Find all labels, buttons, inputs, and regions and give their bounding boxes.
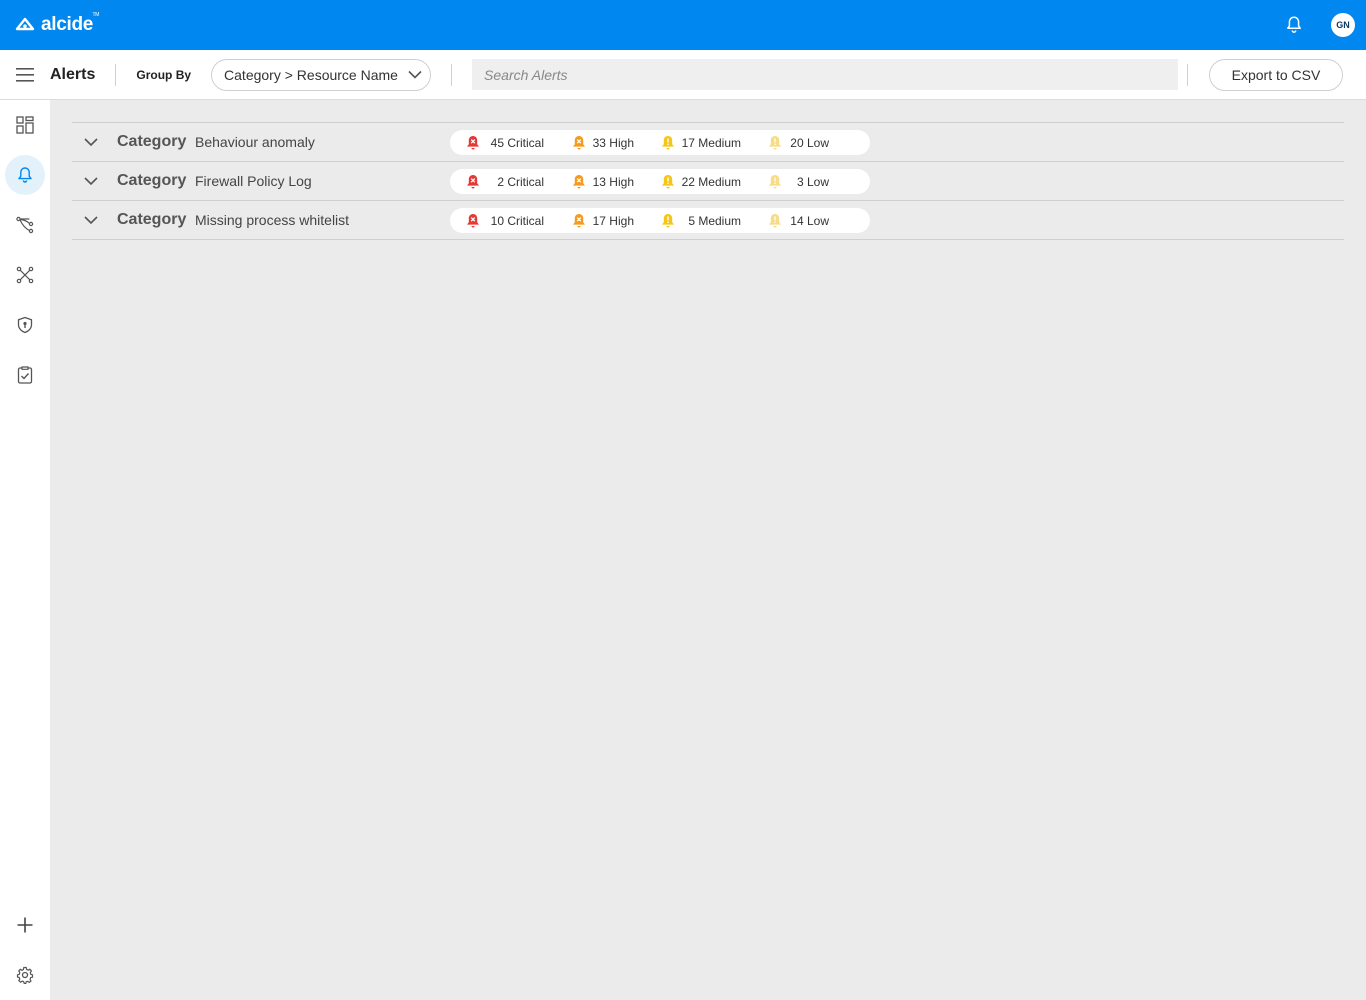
- shield-icon: [17, 316, 33, 334]
- medium-count[interactable]: 17 Medium: [661, 130, 741, 155]
- critical-count[interactable]: 10 Critical: [466, 208, 544, 233]
- sidebar-settings-button[interactable]: [5, 955, 45, 995]
- high-count[interactable]: 33 High: [572, 130, 634, 155]
- low-count-label: 14 Low: [790, 213, 829, 228]
- sidebar-item-security[interactable]: [5, 305, 45, 345]
- chevron-down-icon: [408, 70, 422, 79]
- severity-counts-pill: 45 Critical 33 High 17 Medium 20 Low: [450, 130, 870, 155]
- network-icon: [16, 266, 34, 284]
- group-key-label: Category: [117, 211, 187, 228]
- toolbar-divider: [451, 63, 453, 86]
- search-alerts-input[interactable]: [472, 59, 1179, 90]
- top-bar: alcide TM GN: [0, 0, 1366, 50]
- dashboard-icon: [16, 116, 34, 134]
- high-bell-icon: [573, 174, 585, 188]
- gear-icon: [16, 966, 34, 984]
- logo-text: alcide TM: [41, 12, 100, 35]
- medium-bell-icon: [662, 213, 674, 227]
- group-key-label: Category: [117, 133, 187, 150]
- low-count-label: 20 Low: [790, 135, 829, 150]
- high-count-label: 33 High: [592, 135, 634, 150]
- group-by-select[interactable]: Category > Resource Name: [211, 58, 432, 91]
- critical-count[interactable]: 2 Critical: [466, 169, 544, 194]
- group-value: Behaviour anomaly: [195, 134, 315, 150]
- medium-bell-icon: [662, 135, 674, 149]
- checklist-icon: [17, 366, 33, 384]
- sidebar-item-compliance[interactable]: [5, 355, 45, 395]
- medium-count[interactable]: 22 Medium: [661, 169, 741, 194]
- expand-chevron-icon[interactable]: [82, 133, 100, 151]
- sidebar-item-alerts[interactable]: [5, 155, 45, 195]
- export-csv-button[interactable]: Export to CSV: [1209, 59, 1343, 91]
- sidebar-item-network[interactable]: [5, 255, 45, 295]
- high-bell-icon: [573, 213, 585, 227]
- group-key-label: Category: [117, 172, 187, 189]
- bell-icon: [18, 167, 32, 183]
- alcide-logo[interactable]: alcide TM: [15, 12, 100, 36]
- critical-count-label: 2 Critical: [497, 174, 544, 189]
- expand-chevron-icon[interactable]: [82, 211, 100, 229]
- medium-bell-icon: [662, 174, 674, 188]
- notifications-bell-icon[interactable]: [1283, 14, 1305, 36]
- high-count-label: 17 High: [592, 213, 634, 228]
- alcide-logo-icon: [15, 17, 35, 31]
- group-by-value: Category > Resource Name: [224, 66, 398, 83]
- group-value: Firewall Policy Log: [195, 173, 312, 189]
- high-count[interactable]: 13 High: [572, 169, 634, 194]
- alert-group-row[interactable]: Category Behaviour anomaly 45 Critical 3…: [72, 123, 1344, 162]
- low-bell-icon: [769, 135, 781, 149]
- critical-count-label: 45 Critical: [490, 135, 544, 150]
- group-value: Missing process whitelist: [195, 212, 350, 228]
- sidebar: [0, 100, 50, 1000]
- alert-groups-list: Category Behaviour anomaly 45 Critical 3…: [72, 122, 1344, 240]
- logo-trademark: TM: [92, 12, 100, 18]
- low-bell-icon: [769, 213, 781, 227]
- severity-counts-pill: 2 Critical 13 High 22 Medium 3 Low: [450, 169, 870, 194]
- low-count[interactable]: 3 Low: [768, 169, 829, 194]
- plus-icon: [17, 917, 33, 933]
- flow-icon: [16, 216, 34, 234]
- critical-bell-icon: [467, 135, 479, 149]
- medium-count-label: 22 Medium: [681, 174, 741, 189]
- low-count[interactable]: 20 Low: [768, 130, 829, 155]
- expand-chevron-icon[interactable]: [82, 172, 100, 190]
- critical-bell-icon: [467, 174, 479, 188]
- high-count[interactable]: 17 High: [572, 208, 634, 233]
- page-title: Alerts: [50, 63, 117, 86]
- toolbar-divider-right: [1187, 64, 1188, 86]
- sidebar-item-flows[interactable]: [5, 205, 45, 245]
- critical-bell-icon: [467, 213, 479, 227]
- critical-count-label: 10 Critical: [490, 213, 544, 228]
- critical-count[interactable]: 45 Critical: [466, 130, 544, 155]
- high-bell-icon: [573, 135, 585, 149]
- sidebar-add-button[interactable]: [5, 905, 45, 945]
- alerts-toolbar: Alerts Group By Category > Resource Name…: [0, 50, 1366, 100]
- low-count[interactable]: 14 Low: [768, 208, 829, 233]
- medium-count[interactable]: 5 Medium: [661, 208, 741, 233]
- alert-group-row[interactable]: Category Firewall Policy Log 2 Critical …: [72, 162, 1344, 201]
- low-bell-icon: [769, 174, 781, 188]
- menu-icon[interactable]: [0, 50, 50, 100]
- alert-group-row[interactable]: Category Missing process whitelist 10 Cr…: [72, 201, 1344, 240]
- low-count-label: 3 Low: [796, 174, 829, 189]
- group-by-label: Group By: [136, 67, 192, 82]
- user-avatar[interactable]: GN: [1331, 13, 1355, 37]
- severity-counts-pill: 10 Critical 17 High 5 Medium 14 Low: [450, 208, 870, 233]
- medium-count-label: 17 Medium: [681, 135, 741, 150]
- sidebar-item-dashboard[interactable]: [5, 105, 45, 145]
- high-count-label: 13 High: [592, 174, 634, 189]
- medium-count-label: 5 Medium: [688, 213, 741, 228]
